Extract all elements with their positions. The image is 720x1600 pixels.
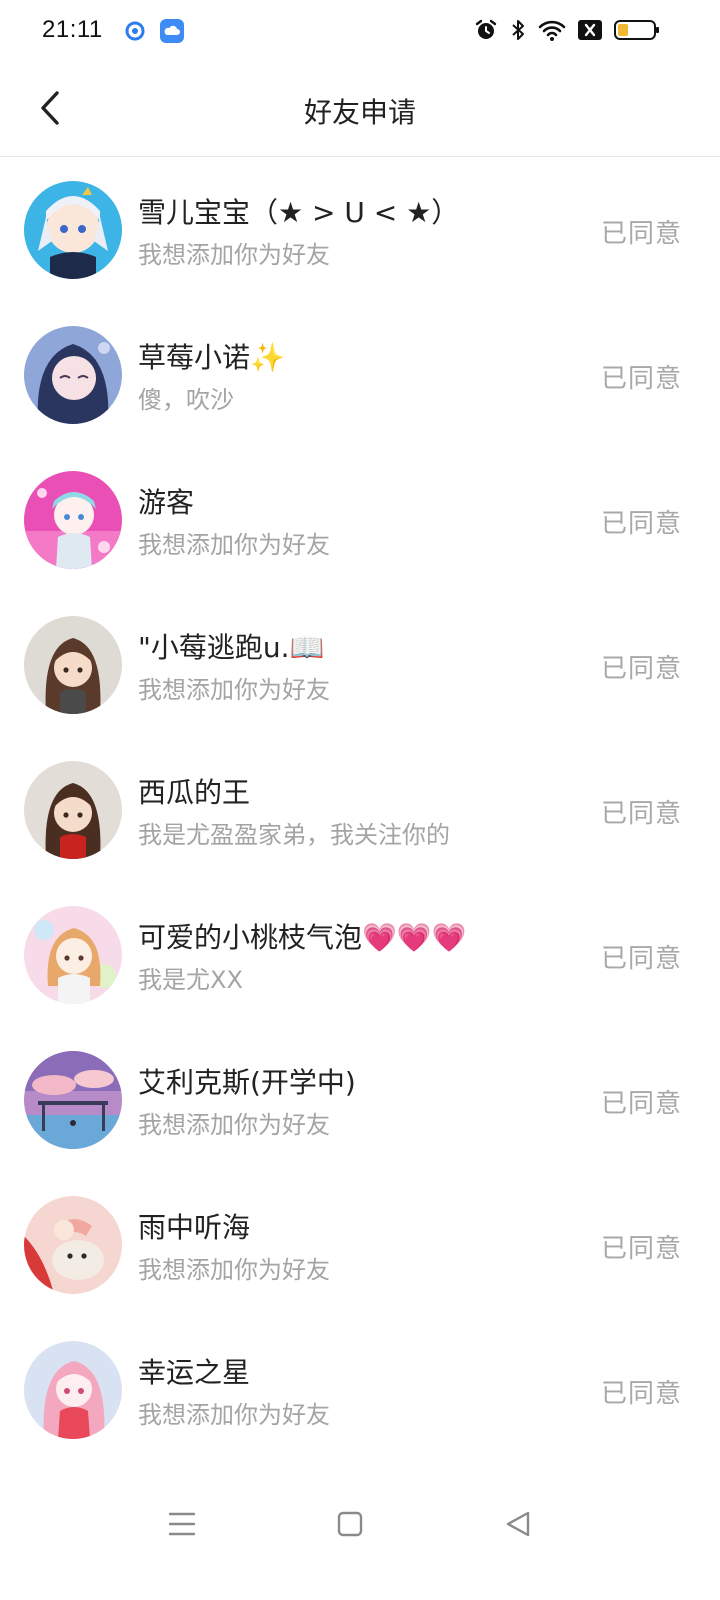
avatar bbox=[24, 181, 122, 279]
system-back-button[interactable] bbox=[496, 1504, 540, 1548]
system-nav-bar bbox=[0, 1480, 720, 1570]
list-item[interactable]: 西瓜的王 我是尤盈盈家弟，我关注你的 已同意 bbox=[0, 737, 720, 882]
list-item[interactable]: 艾利克斯(开学中) 我想添加你为好友 已同意 bbox=[0, 1027, 720, 1172]
avatar bbox=[24, 1051, 122, 1149]
requester-name: 艾利克斯(开学中) bbox=[138, 1066, 356, 1099]
alarm-icon bbox=[474, 18, 498, 46]
status-label: 已同意 bbox=[600, 1234, 682, 1264]
status-label: 已同意 bbox=[600, 1089, 682, 1119]
list-item[interactable]: 幸运之星 我想添加你为好友 已同意 bbox=[0, 1317, 720, 1462]
menu-icon bbox=[168, 1511, 196, 1541]
request-message: 傻，吹沙 bbox=[138, 386, 234, 414]
home-button[interactable] bbox=[328, 1504, 372, 1548]
request-message: 我想添加你为好友 bbox=[138, 1256, 330, 1284]
status-label: 已同意 bbox=[600, 799, 682, 829]
request-message: 我想添加你为好友 bbox=[138, 241, 330, 269]
system-icons bbox=[474, 18, 660, 46]
status-label: 已同意 bbox=[600, 1379, 682, 1409]
page-title: 好友申请 bbox=[303, 96, 416, 129]
avatar bbox=[24, 616, 122, 714]
avatar bbox=[24, 1341, 122, 1439]
sim-off-icon bbox=[578, 19, 602, 45]
request-message: 我想添加你为好友 bbox=[138, 531, 330, 559]
requester-name: 游客 bbox=[138, 486, 195, 519]
wifi-icon bbox=[538, 18, 566, 46]
status-bar: 21:11 bbox=[0, 0, 720, 64]
list-item[interactable]: 雨中听海 我想添加你为好友 已同意 bbox=[0, 1172, 720, 1317]
avatar bbox=[24, 1196, 122, 1294]
bluetooth-icon bbox=[510, 18, 526, 46]
requester-name: "小莓逃跑u.📖 bbox=[138, 631, 325, 664]
request-message: 我想添加你为好友 bbox=[138, 1401, 330, 1429]
request-message: 我是尤盈盈家弟，我关注你的 bbox=[138, 821, 450, 849]
status-time: 21:11 bbox=[42, 16, 103, 43]
status-label: 已同意 bbox=[600, 364, 682, 394]
status-label: 已同意 bbox=[600, 944, 682, 974]
recent-apps-button[interactable] bbox=[160, 1504, 204, 1548]
battery-icon bbox=[614, 18, 660, 46]
requester-name: 西瓜的王 bbox=[138, 776, 251, 809]
cloud-app-icon bbox=[160, 19, 184, 47]
list-item[interactable]: 可爱的小桃枝气泡💗💗💗 我是尤XX 已同意 bbox=[0, 882, 720, 1027]
back-triangle-icon bbox=[505, 1510, 531, 1542]
header-bar: 好友申请 bbox=[0, 64, 720, 157]
requester-name: 可爱的小桃枝气泡💗💗💗 bbox=[138, 921, 467, 954]
avatar bbox=[24, 906, 122, 1004]
list-item[interactable]: 草莓小诺✨ 傻，吹沙 已同意 bbox=[0, 302, 720, 447]
avatar bbox=[24, 761, 122, 859]
requester-name: 幸运之星 bbox=[138, 1356, 251, 1389]
friend-request-list: 雪儿宝宝（★ > U < ★） 我想添加你为好友 已同意 草莓小诺✨ 傻，吹沙 … bbox=[0, 157, 720, 1462]
requester-name: 雪儿宝宝（★ > U < ★） bbox=[138, 196, 460, 229]
requester-name: 草莓小诺✨ bbox=[138, 341, 285, 374]
list-item[interactable]: "小莓逃跑u.📖 我想添加你为好友 已同意 bbox=[0, 592, 720, 737]
list-item[interactable]: 雪儿宝宝（★ > U < ★） 我想添加你为好友 已同意 bbox=[0, 157, 720, 302]
status-label: 已同意 bbox=[600, 654, 682, 684]
avatar bbox=[24, 326, 122, 424]
target-icon bbox=[124, 20, 146, 46]
status-label: 已同意 bbox=[600, 509, 682, 539]
avatar bbox=[24, 471, 122, 569]
request-message: 我是尤XX bbox=[138, 966, 243, 994]
home-square-icon bbox=[337, 1511, 363, 1541]
status-label: 已同意 bbox=[600, 219, 682, 249]
requester-name: 雨中听海 bbox=[138, 1211, 251, 1244]
list-item[interactable]: 游客 我想添加你为好友 已同意 bbox=[0, 447, 720, 592]
request-message: 我想添加你为好友 bbox=[138, 676, 330, 704]
notification-icons bbox=[124, 19, 184, 47]
request-message: 我想添加你为好友 bbox=[138, 1111, 330, 1139]
